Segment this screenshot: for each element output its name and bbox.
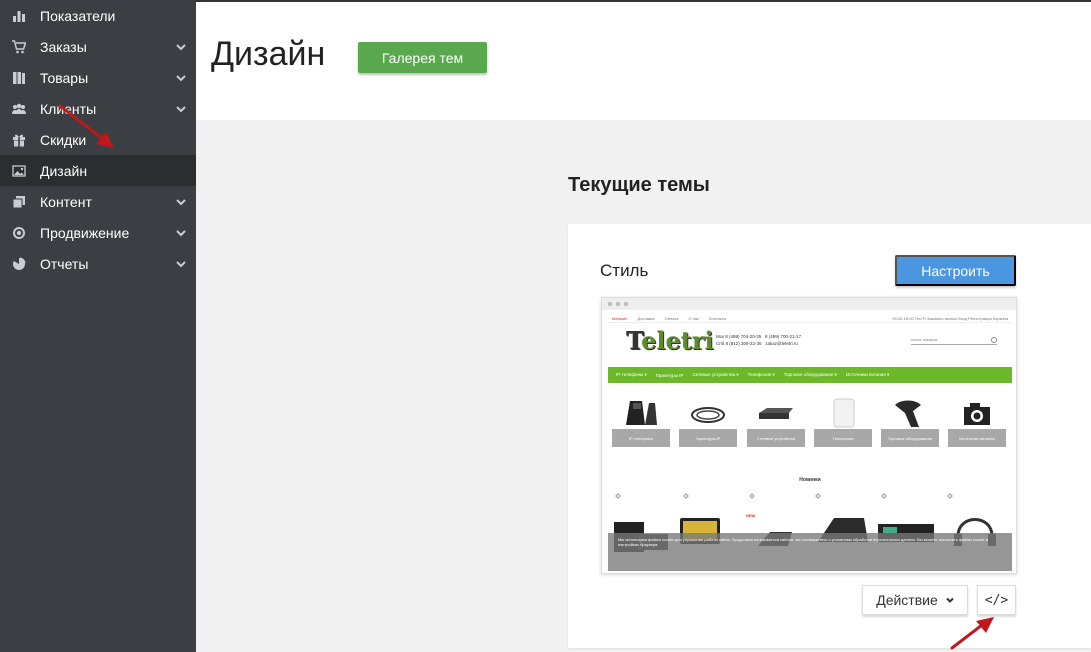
preview-nav-item: Источники питания ▾ [845,372,890,377]
preview-product: Торговое оборудование [881,389,939,451]
sidebar-item-design[interactable]: Дизайн [0,155,196,186]
preview-product: Источники питания [948,389,1006,451]
preview-topbar-right: 09:00-18:00 Пн-Пт Заказать звонок Вход Р… [892,315,1008,321]
section-title: Текущие темы [568,174,710,196]
preview-logo-row: Teletri Мск 8 (499) 704-20-35 8 (499) 70… [608,323,1012,358]
preview-markers [615,493,1006,500]
chevron-down-icon [174,71,188,85]
sidebar-item-label: Отчеты [40,255,89,272]
edit-code-button[interactable]: </> [977,585,1016,615]
books-icon [11,70,27,86]
preview-nav-item: Сетевые устройства ▾ [692,372,739,377]
gift-icon [11,132,27,148]
preview-new-badge: NEW [746,513,756,518]
sidebar-item-dashboard[interactable]: Показатели [0,0,196,31]
preview-topbar-link: Оплата [664,315,679,321]
configure-button[interactable]: Настроить [895,255,1016,286]
sidebar-item-label: Скидки [40,131,87,148]
sidebar-item-label: Дизайн [40,162,88,179]
chevron-down-icon [174,226,188,240]
pie-chart-icon [11,256,27,272]
preview-nav-item: Телефония ▾ [747,372,775,377]
action-button-label: Действие [876,592,938,608]
sidebar-item-label: Контент [40,193,92,210]
bar-chart-icon [11,8,27,24]
preview-topbar-link: О нас [688,315,700,321]
theme-name: Стиль [600,261,649,280]
theme-preview[interactable]: Магазин Доставка Оплата О нас Контакты 0… [601,297,1017,574]
preview-nav: IP-телефоны ▾ Гарнитуры IP Сетевые устро… [608,367,1012,383]
page-header: Дизайн Галерея тем [196,0,1091,120]
preview-nav-item: Гарнитуры IP [655,372,684,378]
preview-cookie-banner: Мы используем файлы cookie для улучшения… [608,533,1012,571]
preview-topbar: Магазин Доставка Оплата О нас Контакты 0… [608,314,1012,323]
preview-product: Гарнитуры IP [679,389,737,451]
theme-card: Стиль Настроить Магазин Доставка Оплата … [568,224,1091,648]
preview-search: поиск товаров [911,337,997,345]
sidebar-item-discounts[interactable]: Скидки [0,124,196,155]
pages-icon [11,194,27,210]
sidebar: Показатели Заказы Товары Клиенты Скидки … [0,0,196,652]
sidebar-item-reports[interactable]: Отчеты [0,248,196,279]
preview-product: Телефония [814,389,872,451]
preview-nav-item: Торговое оборудование ▾ [783,372,837,377]
sidebar-item-label: Показатели [40,7,116,24]
sidebar-item-clients[interactable]: Клиенты [0,93,196,124]
sidebar-item-label: Продвижение [40,224,130,241]
chevron-down-icon [174,40,188,54]
preview-phones: Мск 8 (499) 704-20-35 8 (499) 700-21-17 … [716,334,802,346]
preview-topbar-link: Контакты [709,315,727,321]
sidebar-item-label: Клиенты [40,100,97,117]
action-dropdown-button[interactable]: Действие [862,585,968,615]
chevron-down-icon [174,102,188,116]
preview-nav-item: IP-телефоны ▾ [616,372,647,377]
preview-topbar-link: Доставка [637,315,655,321]
preview-novinki-heading: Новинки [799,477,821,483]
preview-logo: Teletri [626,326,714,355]
access-point-icon [833,398,855,428]
chevron-down-icon [174,195,188,209]
sidebar-item-orders[interactable]: Заказы [0,31,196,62]
sidebar-item-label: Заказы [40,38,87,55]
theme-gallery-button[interactable]: Галерея тем [358,42,487,73]
preview-product: Сетевые устройства [747,389,805,451]
preview-window-chrome [602,298,1016,310]
preview-products: IP-телефоны Гарнитуры IP Сетевые устройс… [608,389,1012,459]
cable-icon [691,407,725,423]
preview-product: IP-телефоны [612,389,670,451]
chevron-down-icon [946,597,954,603]
sidebar-item-products[interactable]: Товары [0,62,196,93]
chevron-down-icon [174,257,188,271]
sidebar-item-promotion[interactable]: Продвижение [0,217,196,248]
switch-icon [759,408,793,419]
scanner-icon [895,400,921,427]
preview-site: Магазин Доставка Оплата О нас Контакты 0… [608,314,1012,571]
page-title: Дизайн [211,35,326,73]
camera-icon [964,403,990,425]
cart-icon [11,39,27,55]
sidebar-item-content[interactable]: Контент [0,186,196,217]
target-icon [11,225,27,241]
image-icon [11,163,27,179]
preview-topbar-link: Магазин [612,315,628,321]
sidebar-item-label: Товары [40,69,89,86]
ip-phone-icon [626,401,657,425]
users-icon [11,101,27,117]
